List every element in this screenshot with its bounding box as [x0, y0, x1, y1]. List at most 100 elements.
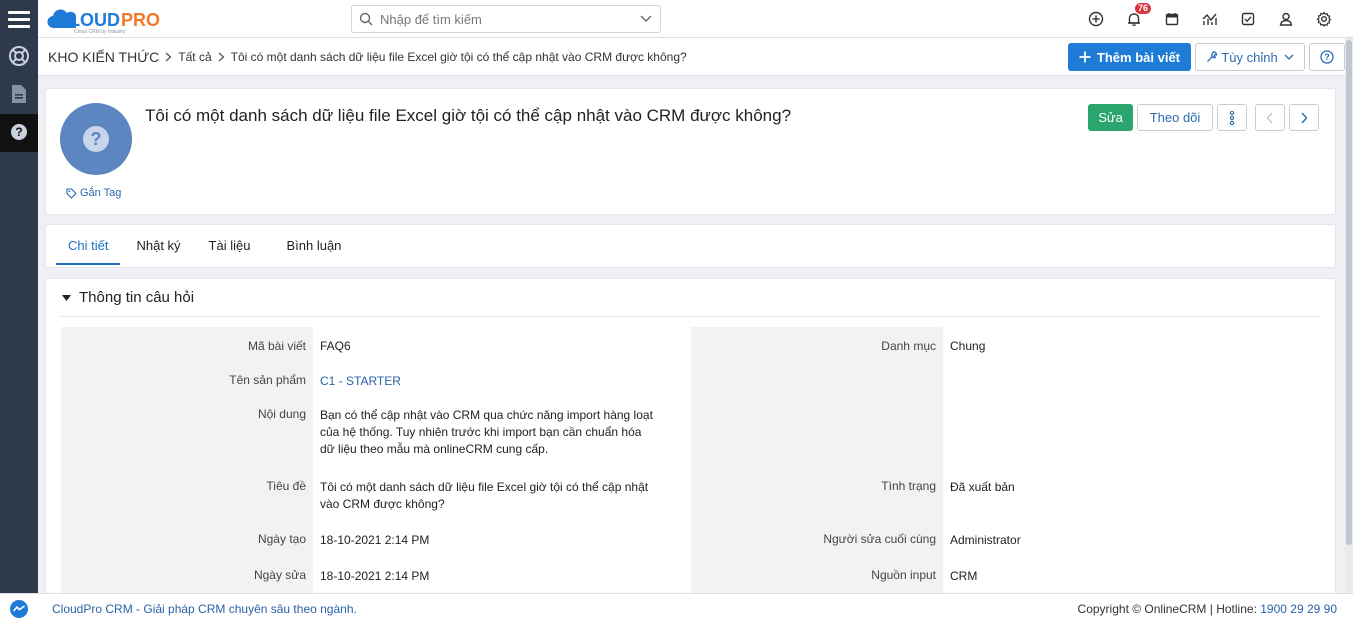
- field-row: Nội dung Bạn có thể cập nhật vào CRM qua…: [61, 397, 1322, 467]
- section-header[interactable]: Thông tin câu hỏi: [62, 289, 194, 306]
- left-sidebar: ?: [0, 38, 38, 593]
- header-actions: 76: [1077, 0, 1343, 38]
- field-label-empty: [691, 363, 943, 397]
- menu-toggle-icon[interactable]: [0, 0, 38, 38]
- messenger-icon[interactable]: [0, 594, 38, 623]
- add-article-button[interactable]: Thêm bài viết: [1067, 43, 1191, 71]
- field-label-created: Ngày tạo: [61, 520, 313, 556]
- record-tabs: Chi tiết Nhật ký Tài liệu Bình luận: [45, 224, 1336, 268]
- footer-copyright: Copyright © OnlineCRM | Hotline: 1900 29…: [1078, 602, 1337, 616]
- footer-tagline[interactable]: CloudPro CRM - Giải pháp CRM chuyên sâu …: [52, 602, 357, 616]
- customize-label: Tùy chỉnh: [1221, 49, 1278, 65]
- chevron-right-icon: [165, 50, 172, 65]
- edit-button[interactable]: Sửa: [1088, 104, 1133, 131]
- logo[interactable]: CLOUD PRO Cloud CRM by Industry: [44, 4, 184, 34]
- tab-list: Chi tiết Nhật ký Tài liệu Bình luận: [46, 225, 1335, 269]
- help-circle-icon: ?: [1320, 50, 1334, 64]
- hotline-link[interactable]: 1900 29 29 90: [1260, 602, 1337, 616]
- field-label-modified: Ngày sửa: [61, 556, 313, 596]
- next-record-button[interactable]: [1289, 104, 1319, 131]
- field-value-category: Chung: [950, 339, 986, 353]
- field-row: Tên sản phẩm C1 - STARTER: [61, 363, 1322, 397]
- breadcrumb-bar: KHO KIẾN THỨC Tất cả Tôi có một danh sác…: [38, 38, 1353, 76]
- help-button[interactable]: ?: [1309, 43, 1345, 71]
- field-value-content: Bạn có thể cập nhật vào CRM qua chức năn…: [320, 408, 653, 456]
- search-input[interactable]: [380, 11, 632, 27]
- chevron-right-icon: [218, 50, 225, 65]
- add-tag-label: Gắn Tag: [80, 187, 122, 199]
- plus-circle-icon[interactable]: [1077, 0, 1115, 38]
- breadcrumb: KHO KIẾN THỨC Tất cả Tôi có một danh sác…: [48, 38, 687, 76]
- caret-down-icon: [62, 294, 71, 301]
- record-actions: Sửa Theo dõi: [1088, 104, 1319, 131]
- field-value-subject: Tôi có một danh sách dữ liệu file Excel …: [320, 480, 649, 511]
- logo-tagline: Cloud CRM by Industry: [74, 29, 126, 34]
- field-row: Ngày sửa 18-10-2021 2:14 PM Nguồn input …: [61, 556, 1322, 596]
- calendar-icon[interactable]: [1153, 0, 1191, 38]
- tab-activity-log[interactable]: Nhật ký: [124, 225, 192, 265]
- chevron-right-icon: [1300, 112, 1308, 124]
- wrench-icon: [1206, 51, 1218, 63]
- field-value-input-source: CRM: [950, 569, 978, 583]
- chevron-down-icon[interactable]: [632, 15, 660, 23]
- page-actions: Thêm bài viết Tùy chỉnh ?: [1067, 43, 1345, 71]
- tag-icon: [66, 187, 77, 199]
- field-label-subject: Tiêu đề: [61, 467, 313, 520]
- previous-record-button[interactable]: [1255, 104, 1285, 131]
- section-title: Thông tin câu hỏi: [79, 289, 195, 306]
- breadcrumb-current: Tôi có một danh sách dữ liệu file Excel …: [230, 50, 687, 64]
- top-header: CLOUD PRO Cloud CRM by Industry 76: [0, 0, 1353, 38]
- customize-button[interactable]: Tùy chỉnh: [1195, 43, 1305, 71]
- svg-text:?: ?: [15, 125, 22, 139]
- field-value-product-name[interactable]: C1 - STARTER: [313, 373, 691, 390]
- record-title: Tôi có một danh sách dữ liệu file Excel …: [145, 106, 792, 125]
- bell-icon[interactable]: 76: [1115, 0, 1153, 38]
- follow-button[interactable]: Theo dõi: [1137, 104, 1213, 131]
- field-label-input-source: Nguồn input: [691, 556, 943, 596]
- sidebar-item-documents[interactable]: [0, 76, 38, 114]
- gear-icon[interactable]: [1305, 0, 1343, 38]
- field-label-status: Tình trạng: [691, 467, 943, 520]
- breadcrumb-all[interactable]: Tất cả: [178, 50, 211, 64]
- sidebar-item-faq[interactable]: ?: [0, 114, 38, 152]
- add-article-label: Thêm bài viết: [1096, 49, 1180, 65]
- scrollbar-thumb[interactable]: [1346, 40, 1352, 545]
- question-icon: ?: [83, 126, 109, 152]
- chart-icon[interactable]: [1191, 0, 1229, 38]
- logo-text-pro: PRO: [121, 10, 160, 30]
- field-label-product-name: Tên sản phẩm: [61, 363, 313, 397]
- search-icon: [352, 12, 380, 26]
- chevron-down-icon: [1284, 54, 1294, 60]
- more-options-button[interactable]: [1217, 104, 1247, 131]
- notification-badge: 76: [1135, 3, 1152, 14]
- field-value-last-modified-by: Administrator: [950, 533, 1021, 547]
- sidebar-item-support[interactable]: [0, 38, 38, 76]
- plus-icon: [1079, 51, 1091, 63]
- field-value-article-code: FAQ6: [320, 339, 351, 353]
- field-label-last-modified-by: Người sửa cuối cùng: [691, 520, 943, 556]
- question-icon: ?: [10, 123, 28, 144]
- lifebuoy-icon: [8, 45, 30, 70]
- footer: CloudPro CRM - Giải pháp CRM chuyên sâu …: [0, 593, 1353, 623]
- field-value-status: Đã xuất bản: [950, 480, 1015, 494]
- field-row: Mã bài viết FAQ6 Danh mục Chung: [61, 327, 1322, 363]
- add-tag-link[interactable]: Gắn Tag: [66, 187, 121, 199]
- user-icon[interactable]: [1267, 0, 1305, 38]
- field-label-content: Nội dung: [61, 397, 313, 467]
- field-row: Ngày tạo 18-10-2021 2:14 PM Người sửa cu…: [61, 520, 1322, 556]
- tab-details[interactable]: Chi tiết: [56, 225, 121, 265]
- tab-documents[interactable]: Tài liệu: [197, 225, 263, 265]
- document-icon: [11, 84, 27, 107]
- vertical-dots-icon: [1229, 110, 1235, 126]
- field-label-category: Danh mục: [691, 327, 943, 363]
- field-value-created: 18-10-2021 2:14 PM: [320, 533, 430, 547]
- global-search[interactable]: [351, 5, 661, 33]
- logo-text: CLOUD: [56, 10, 120, 30]
- breadcrumb-root[interactable]: KHO KIẾN THỨC: [48, 49, 159, 65]
- copyright-text: Copyright © OnlineCRM | Hotline:: [1077, 601, 1261, 616]
- tab-comments[interactable]: Bình luận: [274, 225, 353, 265]
- section-divider: [60, 316, 1321, 317]
- help-label: ?: [1324, 52, 1330, 62]
- record-header: ? Gắn Tag Tôi có một danh sách dữ liệu f…: [45, 88, 1336, 215]
- checkbox-icon[interactable]: [1229, 0, 1267, 38]
